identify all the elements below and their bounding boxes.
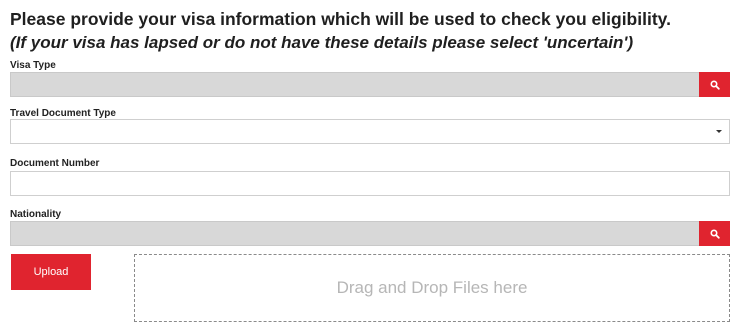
travel-document-type-select[interactable] bbox=[10, 119, 730, 144]
document-number-input[interactable] bbox=[10, 171, 730, 196]
nationality-lookup[interactable] bbox=[10, 221, 730, 246]
caret-down-icon bbox=[716, 130, 722, 133]
upload-button[interactable]: Upload bbox=[11, 254, 91, 290]
visa-type-search-button[interactable] bbox=[699, 72, 730, 97]
nationality-search-button[interactable] bbox=[699, 221, 730, 246]
search-icon bbox=[709, 79, 720, 90]
search-icon bbox=[709, 228, 720, 239]
form-heading: Please provide your visa information whi… bbox=[10, 9, 671, 29]
file-dropzone[interactable]: Drag and Drop Files here bbox=[134, 254, 730, 322]
travel-document-type-label: Travel Document Type bbox=[10, 108, 116, 119]
form-subheading: (If your visa has lapsed or do not have … bbox=[10, 33, 634, 52]
visa-type-label: Visa Type bbox=[10, 60, 56, 71]
visa-type-lookup[interactable] bbox=[10, 72, 730, 97]
dropzone-text: Drag and Drop Files here bbox=[336, 278, 528, 297]
nationality-label: Nationality bbox=[10, 209, 62, 220]
document-number-label: Document Number bbox=[10, 158, 100, 169]
